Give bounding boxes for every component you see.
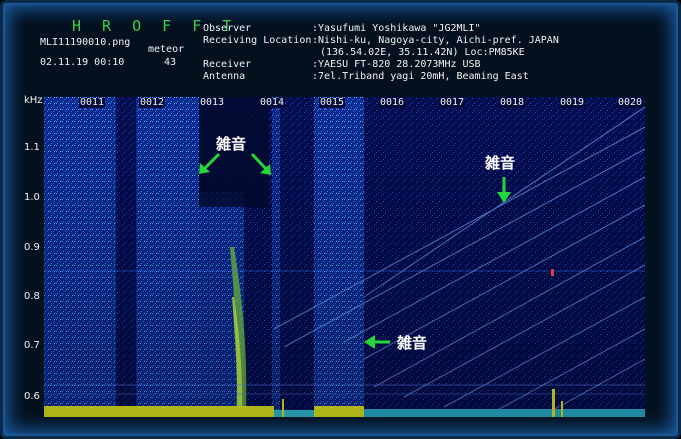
datetime-label: 02.11.19 00:10 bbox=[40, 57, 125, 68]
y-tick: 0.8 bbox=[24, 291, 40, 302]
x-tick: 0012 bbox=[139, 97, 166, 108]
x-tick: 0011 bbox=[79, 97, 106, 108]
spectrogram-plot bbox=[44, 97, 645, 417]
filename-label: MLI11190010.png bbox=[40, 37, 131, 48]
spectrogram-canvas bbox=[44, 97, 645, 417]
location-value-coords: (136.54.02E, 35.11.42N) Loc:PM85KE bbox=[320, 47, 525, 58]
y-tick: 1.1 bbox=[24, 142, 40, 153]
arrow-down-left-icon bbox=[199, 152, 221, 174]
x-tick: 0017 bbox=[439, 97, 466, 108]
arrow-left-icon bbox=[364, 335, 390, 349]
observer-label: Observer bbox=[203, 23, 252, 34]
x-tick: 0015 bbox=[319, 97, 346, 108]
noise-annotation: 雑音 bbox=[485, 154, 516, 172]
mode-label: meteor bbox=[148, 44, 185, 55]
y-tick: 0.7 bbox=[24, 340, 40, 351]
y-tick: 0.9 bbox=[24, 242, 40, 253]
x-tick: 0019 bbox=[559, 97, 586, 108]
x-tick: 0014 bbox=[259, 97, 286, 108]
location-label: Receiving Location bbox=[203, 35, 312, 46]
count-label: 43 bbox=[164, 57, 177, 68]
receiver-value: :YAESU FT-820 28.2073MHz USB bbox=[312, 59, 481, 70]
antenna-value: :7el.Triband yagi 20mH, Beaming East bbox=[312, 71, 529, 82]
noise-annotation: 雑音 bbox=[397, 334, 428, 352]
location-value: :Nishi-ku, Nagoya-city, Aichi-pref. JAPA… bbox=[312, 35, 559, 46]
arrow-down-icon bbox=[497, 177, 511, 203]
y-axis-unit: kHz bbox=[24, 95, 43, 106]
y-tick: 1.0 bbox=[24, 192, 40, 203]
noise-annotation: 雑音 bbox=[216, 135, 247, 153]
arrow-down-right-icon bbox=[250, 152, 271, 175]
x-tick: 0016 bbox=[379, 97, 406, 108]
receiver-label: Receiver bbox=[203, 59, 252, 70]
observer-value: :Yasufumi Yoshikawa "JG2MLI" bbox=[312, 23, 481, 34]
y-tick: 0.6 bbox=[24, 391, 40, 402]
x-tick: 0013 bbox=[199, 97, 226, 108]
x-tick: 0020 bbox=[617, 97, 644, 108]
x-tick: 0018 bbox=[499, 97, 526, 108]
antenna-label: Antenna bbox=[203, 71, 246, 82]
